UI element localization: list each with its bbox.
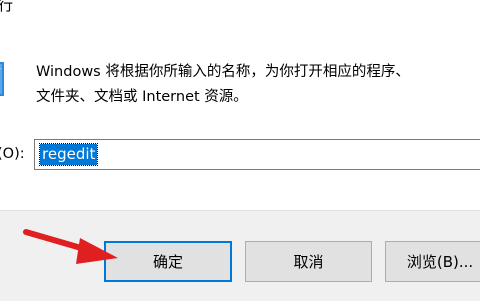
run-icon [0,62,4,96]
description: Windows 将根据你所输入的名称，为你打开相应的程序、 文件夹、文档或 In… [36,60,480,110]
browse-button[interactable]: 浏览(B)... [385,241,480,282]
open-input[interactable]: regedit [34,139,480,170]
description-line-1: Windows 将根据你所输入的名称，为你打开相应的程序、 [36,64,410,80]
cancel-button[interactable]: 取消 [245,241,372,282]
red-arrow-annotation [23,229,118,264]
description-line-2: 文件夹、文档或 Internet 资源。 [36,89,248,105]
open-input-value[interactable]: regedit [38,143,99,166]
window-title: 行 [0,0,14,14]
open-label: (O): [0,146,25,162]
